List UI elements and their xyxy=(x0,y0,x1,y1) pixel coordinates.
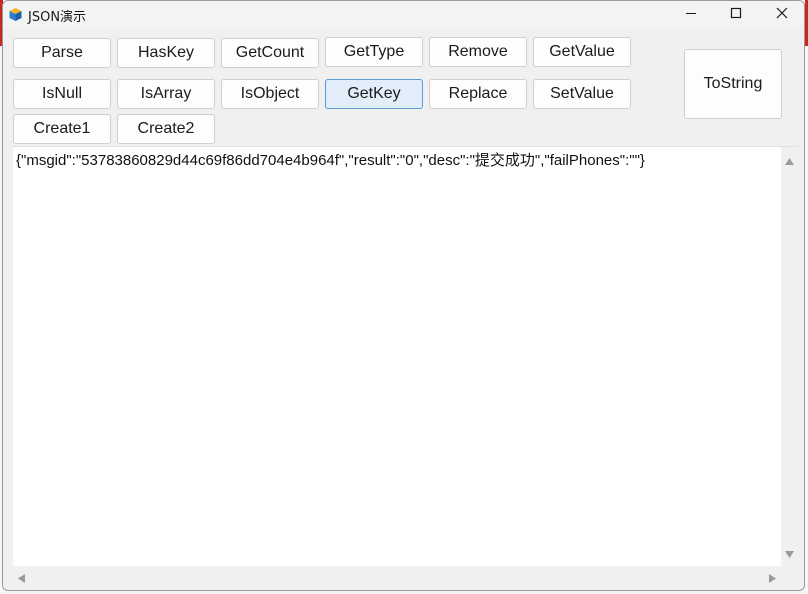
json-text-area[interactable]: {"msgid":"53783860829d44c69f86dd704e4b96… xyxy=(13,146,798,583)
minimize-button[interactable] xyxy=(668,1,714,29)
haskey-button[interactable]: HasKey xyxy=(117,38,215,68)
parse-button[interactable]: Parse xyxy=(13,38,111,68)
scroll-right-icon[interactable] xyxy=(769,570,776,588)
scroll-up-icon[interactable] xyxy=(785,152,794,170)
scroll-down-icon[interactable] xyxy=(785,545,794,563)
minimize-icon xyxy=(685,6,697,24)
gettype-button[interactable]: GetType xyxy=(325,37,423,67)
window-title: JSON演示 xyxy=(28,10,87,25)
close-icon xyxy=(776,6,788,24)
isarray-button[interactable]: IsArray xyxy=(117,79,215,109)
horizontal-scrollbar[interactable] xyxy=(13,566,781,583)
maximize-icon xyxy=(730,6,742,24)
title-bar[interactable]: JSON演示 xyxy=(3,1,804,29)
maximize-button[interactable] xyxy=(713,1,759,29)
getvalue-button[interactable]: GetValue xyxy=(533,37,631,67)
vertical-scrollbar[interactable] xyxy=(781,147,798,567)
isobject-button[interactable]: IsObject xyxy=(221,79,319,109)
isnull-button[interactable]: IsNull xyxy=(13,79,111,109)
close-button[interactable] xyxy=(759,1,804,29)
app-window: JSON演示 Parse HasKey GetCount GetType Rem… xyxy=(2,0,805,591)
getcount-button[interactable]: GetCount xyxy=(221,38,319,68)
remove-button[interactable]: Remove xyxy=(429,37,527,67)
replace-button[interactable]: Replace xyxy=(429,79,527,109)
setvalue-button[interactable]: SetValue xyxy=(533,79,631,109)
create1-button[interactable]: Create1 xyxy=(13,114,111,144)
app-cube-icon xyxy=(8,7,23,22)
create2-button[interactable]: Create2 xyxy=(117,114,215,144)
scrollbar-corner xyxy=(781,566,798,583)
tostring-button[interactable]: ToString xyxy=(684,49,782,119)
scroll-left-icon[interactable] xyxy=(18,570,25,588)
json-content: {"msgid":"53783860829d44c69f86dd704e4b96… xyxy=(16,152,645,169)
getkey-button[interactable]: GetKey xyxy=(325,79,423,109)
